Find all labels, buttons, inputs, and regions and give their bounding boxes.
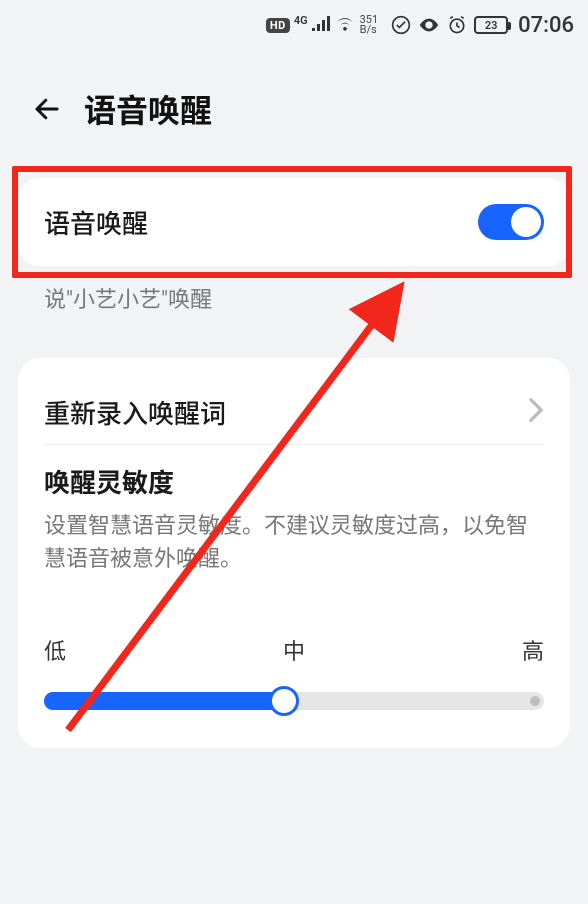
signal-icon (312, 15, 330, 36)
sensitivity-slider[interactable] (44, 692, 544, 710)
slider-fill (44, 692, 284, 710)
status-bar: HD 4G 351 B/s 23 07:06 (0, 0, 588, 50)
network-speed: 351 B/s (360, 15, 379, 35)
rerecord-wakeword-row[interactable]: 重新录入唤醒词 (44, 380, 544, 444)
slider-labels: 低 中 高 (44, 634, 544, 666)
slider-endcap (530, 696, 540, 706)
clock: 07:06 (518, 13, 574, 38)
status-right-cluster: 23 07:06 (390, 13, 574, 38)
sensitivity-card: 重新录入唤醒词 唤醒灵敏度 设置智慧语音灵敏度。不建议灵敏度过高，以免智慧语音被… (18, 358, 570, 748)
hd-badge: HD (266, 18, 290, 33)
sensitivity-description: 设置智慧语音灵敏度。不建议灵敏度过高，以免智慧语音被意外唤醒。 (44, 510, 544, 576)
app-header: 语音唤醒 (0, 86, 588, 132)
vpn-icon (390, 14, 412, 36)
chevron-right-icon (528, 397, 544, 427)
page-title: 语音唤醒 (84, 86, 212, 132)
eye-comfort-icon (418, 14, 440, 36)
slider-label-mid: 中 (283, 634, 305, 666)
slider-thumb[interactable] (269, 686, 299, 716)
slider-label-low: 低 (44, 634, 66, 666)
voice-wake-label: 语音唤醒 (44, 204, 148, 241)
status-net-cluster: HD 4G 351 B/s (266, 14, 378, 37)
network-generation: 4G (294, 14, 308, 27)
divider (44, 444, 544, 445)
wake-phrase-hint: 说"小艺小艺"唤醒 (44, 282, 212, 314)
sensitivity-title: 唤醒灵敏度 (44, 463, 544, 500)
slider-label-high: 高 (522, 634, 544, 666)
voice-wake-toggle-row[interactable]: 语音唤醒 (18, 178, 570, 266)
battery-indicator: 23 (474, 16, 508, 34)
rerecord-wakeword-label: 重新录入唤醒词 (44, 394, 226, 431)
wifi-icon (334, 14, 356, 37)
arrow-left-icon (32, 94, 62, 124)
alarm-icon (446, 14, 468, 36)
back-button[interactable] (30, 92, 64, 126)
voice-wake-switch[interactable] (478, 204, 544, 240)
